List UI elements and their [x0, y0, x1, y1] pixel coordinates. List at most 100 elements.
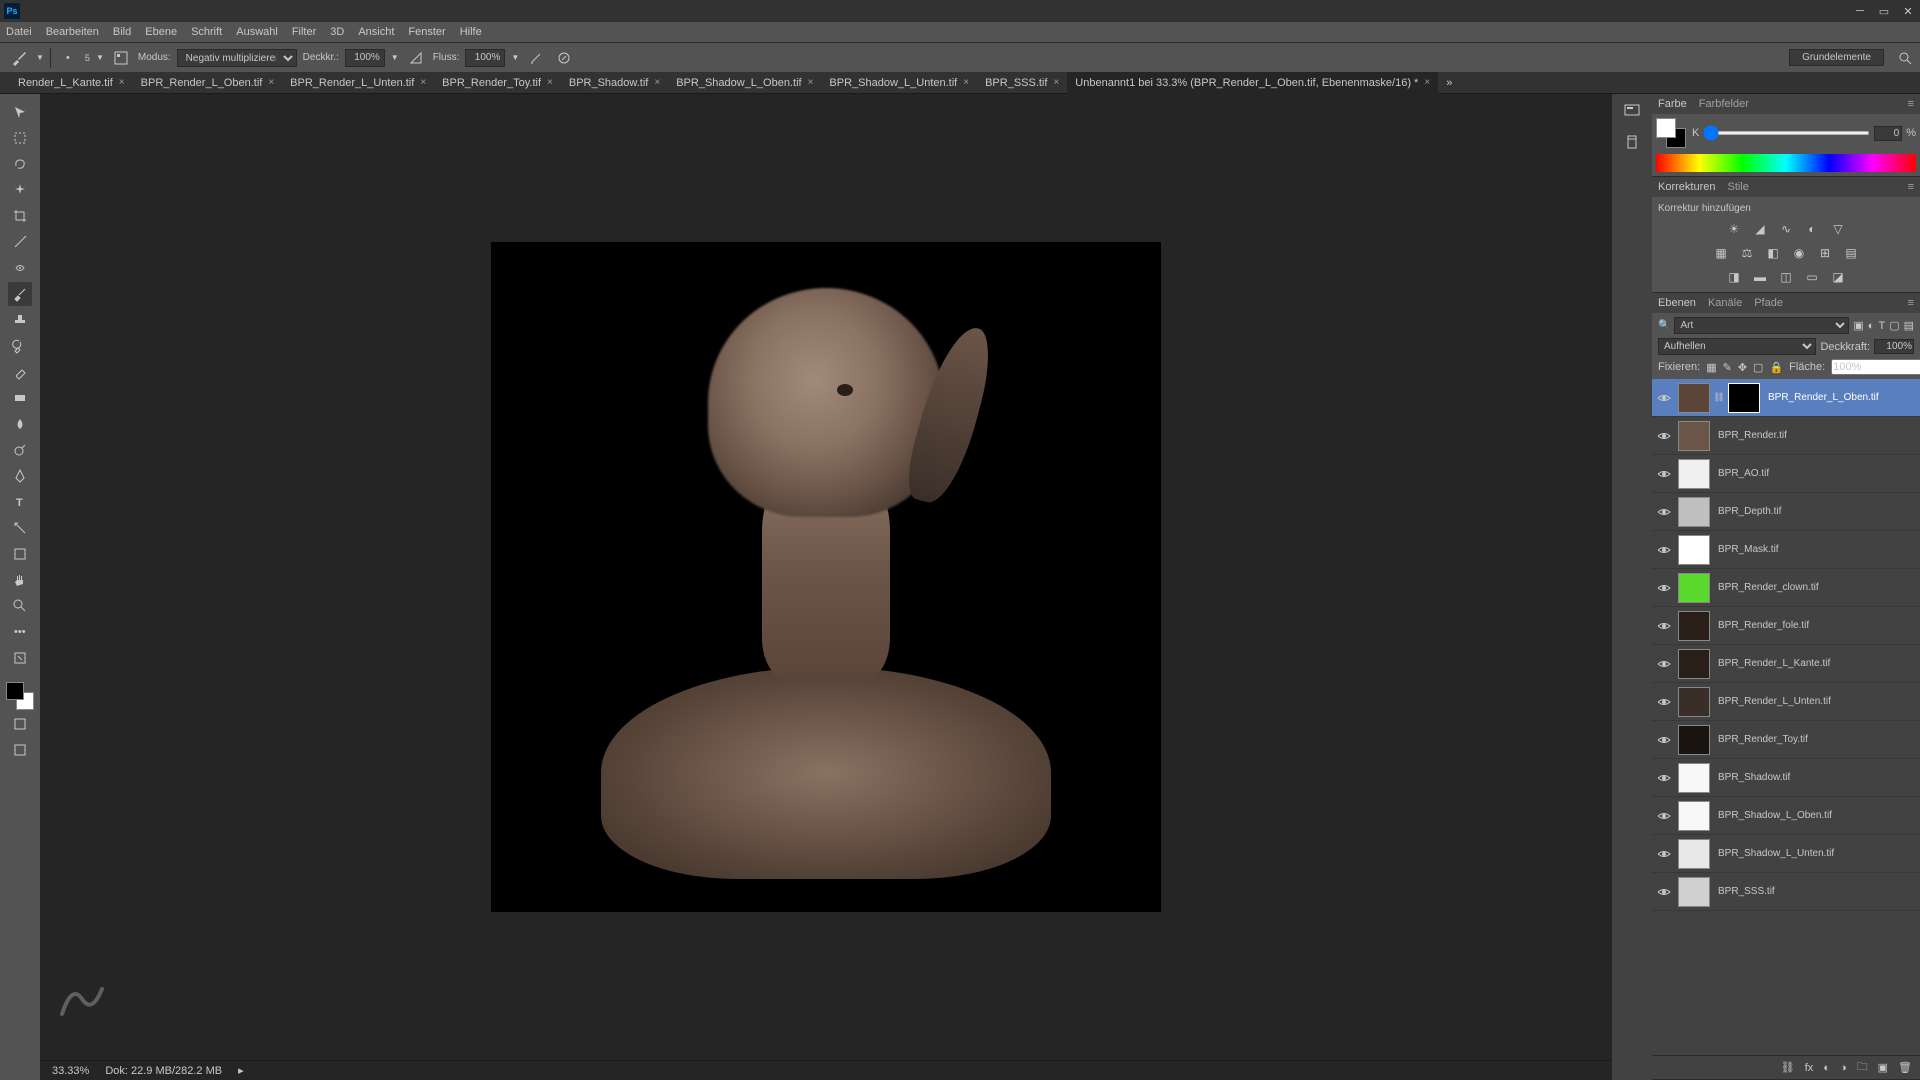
fill-input[interactable] [1831, 359, 1920, 375]
layer-name[interactable]: BPR_Render_Toy.tif [1712, 734, 1920, 745]
color-value-input[interactable] [1874, 126, 1902, 141]
chevron-right-icon[interactable]: ▸ [238, 1064, 244, 1077]
layer-thumbnail[interactable] [1678, 573, 1710, 603]
blend-mode-select[interactable]: Aufhellen [1658, 338, 1816, 355]
visibility-icon[interactable] [1652, 849, 1676, 859]
gradient-tool[interactable] [8, 386, 32, 410]
document-tab[interactable]: Render_L_Kante.tif× [10, 72, 133, 94]
menu-bearbeiten[interactable]: Bearbeiten [46, 26, 99, 38]
visibility-icon[interactable] [1652, 773, 1676, 783]
wand-tool[interactable] [8, 178, 32, 202]
layer-row[interactable]: BPR_Render_clown.tif [1652, 569, 1920, 607]
layer-row[interactable]: ⛓BPR_Render_L_Oben.tif [1652, 379, 1920, 417]
menu-ansicht[interactable]: Ansicht [358, 26, 394, 38]
edit-toolbar[interactable] [8, 646, 32, 670]
crop-tool[interactable] [8, 204, 32, 228]
layer-thumbnail[interactable] [1678, 687, 1710, 717]
layer-name[interactable]: BPR_Shadow.tif [1712, 772, 1920, 783]
layer-thumbnail[interactable] [1678, 649, 1710, 679]
layer-thumbnail[interactable] [1678, 611, 1710, 641]
move-tool[interactable] [8, 100, 32, 124]
eraser-tool[interactable] [8, 360, 32, 384]
type-tool[interactable]: T [8, 490, 32, 514]
search-icon[interactable] [1898, 51, 1912, 65]
lock-all-icon[interactable]: 🔒 [1769, 360, 1783, 374]
layer-name[interactable]: BPR_Render_fole.tif [1712, 620, 1920, 631]
layer-thumbnail[interactable] [1678, 497, 1710, 527]
stamp-tool[interactable] [8, 308, 32, 332]
brush-tool-icon[interactable] [8, 47, 30, 69]
tab-adjustments[interactable]: Korrekturen [1658, 181, 1715, 193]
close-icon[interactable]: × [654, 77, 660, 88]
layer-thumbnail[interactable] [1678, 535, 1710, 565]
more-tools[interactable]: ••• [8, 620, 32, 644]
layer-name[interactable]: BPR_Shadow_L_Unten.tif [1712, 848, 1920, 859]
layer-name[interactable]: BPR_Render_clown.tif [1712, 582, 1920, 593]
delete-layer-icon[interactable]: 🗑 [1898, 1061, 1912, 1074]
close-icon[interactable]: × [1053, 77, 1059, 88]
menu-fenster[interactable]: Fenster [408, 26, 445, 38]
visibility-icon[interactable] [1652, 469, 1676, 479]
path-tool[interactable] [8, 516, 32, 540]
tab-swatches[interactable]: Farbfelder [1699, 98, 1749, 110]
visibility-icon[interactable] [1652, 659, 1676, 669]
layer-thumbnail[interactable] [1678, 877, 1710, 907]
brush-panel-icon[interactable] [110, 47, 132, 69]
filter-pixel-icon[interactable]: ▣ [1853, 319, 1863, 332]
layer-thumbnail[interactable] [1678, 459, 1710, 489]
new-layer-icon[interactable]: ▣ [1878, 1061, 1888, 1074]
color-slider[interactable] [1703, 131, 1870, 135]
layer-mask-icon[interactable]: ◐ [1823, 1062, 1830, 1074]
close-icon[interactable]: × [1424, 77, 1430, 88]
visibility-icon[interactable] [1652, 697, 1676, 707]
zoom-level[interactable]: 33.33% [52, 1065, 89, 1077]
layer-row[interactable]: BPR_Render_fole.tif [1652, 607, 1920, 645]
hue-icon[interactable]: ▦ [1712, 244, 1730, 262]
menu-hilfe[interactable]: Hilfe [460, 26, 482, 38]
collapsed-panel-icon[interactable] [1620, 130, 1644, 154]
curves-icon[interactable]: ∿ [1777, 220, 1795, 238]
channelmixer-icon[interactable]: ⊞ [1816, 244, 1834, 262]
visibility-icon[interactable] [1652, 811, 1676, 821]
window-close-icon[interactable]: ✕ [1900, 3, 1916, 19]
visibility-icon[interactable] [1652, 583, 1676, 593]
dodge-tool[interactable] [8, 438, 32, 462]
window-minimize-icon[interactable]: ─ [1852, 3, 1868, 19]
layer-thumbnail[interactable] [1678, 801, 1710, 831]
healing-tool[interactable] [8, 256, 32, 280]
panel-menu-icon[interactable]: ≡ [1908, 297, 1914, 309]
colorbalance-icon[interactable]: ⚖ [1738, 244, 1756, 262]
invert-icon[interactable]: ◨ [1725, 268, 1743, 286]
pen-tool[interactable] [8, 464, 32, 488]
posterize-icon[interactable]: ▬ [1751, 268, 1769, 286]
tab-channels[interactable]: Kanäle [1708, 297, 1742, 309]
mask-thumbnail[interactable] [1728, 383, 1760, 413]
visibility-icon[interactable] [1652, 507, 1676, 517]
flow-input[interactable] [465, 49, 505, 67]
colorlookup-icon[interactable]: ▤ [1842, 244, 1860, 262]
exposure-icon[interactable]: ◐ [1803, 220, 1821, 238]
layer-name[interactable]: BPR_Depth.tif [1712, 506, 1920, 517]
threshold-icon[interactable]: ◫ [1777, 268, 1795, 286]
new-adjustment-icon[interactable]: ◑ [1840, 1062, 1847, 1074]
bw-icon[interactable]: ◧ [1764, 244, 1782, 262]
document-tab[interactable]: BPR_Render_Toy.tif× [434, 72, 561, 94]
pressure-size-icon[interactable] [553, 47, 575, 69]
document-tab[interactable]: BPR_SSS.tif× [977, 72, 1067, 94]
menu-datei[interactable]: Datei [6, 26, 32, 38]
layer-thumbnail[interactable] [1678, 383, 1710, 413]
layer-name[interactable]: BPR_Render_L_Kante.tif [1712, 658, 1920, 669]
panel-menu-icon[interactable]: ≡ [1908, 181, 1914, 193]
window-maximize-icon[interactable]: ▭ [1876, 3, 1892, 19]
lock-position-icon[interactable]: ✥ [1738, 360, 1747, 374]
brightness-icon[interactable]: ☀ [1725, 220, 1743, 238]
filter-type-icon[interactable]: T [1878, 320, 1885, 332]
lock-pixels-icon[interactable]: ✎ [1723, 360, 1732, 374]
eyedropper-tool[interactable] [8, 230, 32, 254]
visibility-icon[interactable] [1652, 735, 1676, 745]
brush-preset-icon[interactable]: • [57, 47, 79, 69]
document-tab[interactable]: BPR_Shadow_L_Oben.tif× [668, 72, 821, 94]
layer-thumbnail[interactable] [1678, 839, 1710, 869]
layer-row[interactable]: BPR_Render_L_Unten.tif [1652, 683, 1920, 721]
layer-row[interactable]: BPR_AO.tif [1652, 455, 1920, 493]
